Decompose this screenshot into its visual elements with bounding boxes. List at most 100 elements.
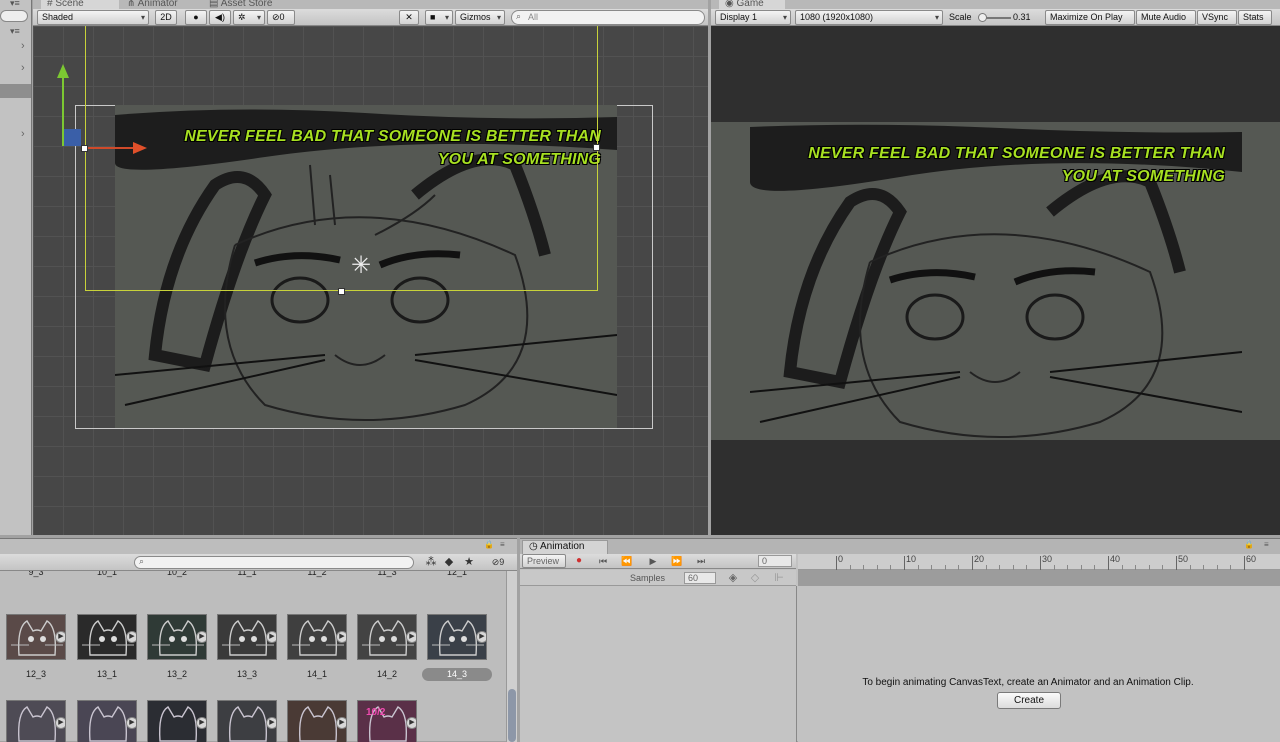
gizmos-dropdown[interactable]: Gizmos bbox=[455, 10, 505, 25]
stats-toggle[interactable]: Stats bbox=[1238, 10, 1272, 25]
filter-by-label-icon[interactable]: ◆ bbox=[442, 555, 456, 569]
hierarchy-search[interactable] bbox=[0, 10, 28, 22]
menu-icon[interactable]: ≡ bbox=[500, 540, 505, 549]
scale-slider-thumb[interactable] bbox=[978, 13, 988, 22]
pivot-icon[interactable]: ✳ bbox=[351, 254, 371, 278]
first-key-icon[interactable]: ⏮ bbox=[596, 554, 610, 568]
play-icon[interactable]: ▶ bbox=[406, 717, 416, 729]
hidden-objects-toggle[interactable]: ⊘0 bbox=[267, 10, 295, 25]
menu-icon[interactable]: ≡ bbox=[1264, 540, 1269, 549]
add-event-icon[interactable]: ◇ bbox=[748, 571, 762, 585]
ruler-tick bbox=[1108, 556, 1109, 570]
lock-icon[interactable]: 🔒 bbox=[484, 540, 494, 549]
asset-thumbnail[interactable]: ▶ bbox=[147, 614, 207, 660]
rect-handle[interactable] bbox=[81, 145, 88, 152]
preview-toggle[interactable]: Preview bbox=[522, 554, 566, 568]
effects-icon: ✲ bbox=[238, 12, 246, 22]
filter-by-type-icon[interactable]: ⁂ bbox=[424, 555, 438, 569]
game-motto-line-2: YOU AT SOMETHING bbox=[1061, 168, 1225, 185]
chevron-right-icon[interactable]: › bbox=[21, 40, 25, 52]
scene-search[interactable]: ⌕ All bbox=[511, 10, 705, 25]
asset-thumbnail[interactable]: ▶ bbox=[427, 614, 487, 660]
asset-thumbnail[interactable]: ▶ bbox=[287, 614, 347, 660]
y-axis-arrow-icon[interactable] bbox=[57, 64, 69, 78]
scene-viewport[interactable]: NEVER FEEL BAD THAT SOMEONE IS BETTER TH… bbox=[33, 26, 708, 535]
lighting-toggle[interactable]: ● bbox=[185, 10, 207, 25]
play-icon[interactable]: ▶ bbox=[55, 717, 65, 729]
asset-thumbnail[interactable]: ▶ bbox=[6, 614, 66, 660]
x-axis-arrow-icon[interactable] bbox=[133, 142, 147, 154]
project-toolbar: ⌕ ⁂ ◆ ★ ⊘9 bbox=[0, 554, 517, 571]
frame-field[interactable]: 0 bbox=[758, 555, 792, 567]
vsync-toggle[interactable]: VSync bbox=[1197, 10, 1237, 25]
shading-dropdown[interactable]: Shaded bbox=[37, 10, 149, 25]
prev-key-icon[interactable]: ⏪ bbox=[620, 554, 634, 568]
asset-label: 9_3 bbox=[28, 571, 44, 577]
hierarchy-item-selected[interactable] bbox=[0, 84, 31, 98]
event-marker-icon[interactable]: ⊩ bbox=[772, 571, 786, 585]
asset-thumbnail[interactable]: ▶ bbox=[77, 700, 137, 742]
hidden-packages-icon[interactable]: ⊘9 bbox=[484, 555, 512, 569]
chevron-right-icon[interactable]: › bbox=[21, 128, 25, 140]
play-icon[interactable]: ▶ bbox=[406, 631, 416, 643]
create-button[interactable]: Create bbox=[997, 692, 1061, 709]
next-key-icon[interactable]: ⏩ bbox=[670, 554, 684, 568]
play-icon[interactable]: ▶ bbox=[196, 717, 206, 729]
asset-label: 11_3 bbox=[377, 571, 397, 577]
record-icon[interactable]: ● bbox=[572, 554, 586, 568]
scale-slider[interactable] bbox=[978, 13, 1011, 22]
play-icon[interactable]: ▶ bbox=[55, 631, 65, 643]
menu-icon[interactable]: ▾≡ bbox=[10, 0, 20, 9]
favorite-star-icon[interactable]: ★ bbox=[462, 555, 476, 569]
display-dropdown[interactable]: Display 1 bbox=[715, 10, 791, 25]
mute-audio-toggle[interactable]: Mute Audio bbox=[1136, 10, 1196, 25]
x-axis-handle[interactable] bbox=[88, 147, 138, 149]
asset-thumbnail[interactable]: ▶ bbox=[147, 700, 207, 742]
resolution-dropdown[interactable]: 1080 (1920x1080) bbox=[795, 10, 943, 25]
tab-animator-label: Animator bbox=[137, 0, 178, 9]
scrollbar-thumb[interactable] bbox=[508, 689, 516, 742]
audio-toggle[interactable]: ◀) bbox=[209, 10, 231, 25]
animation-panel: ◷ Animation 🔒 ≡ Preview ● ⏮ ⏪ ▶ ⏩ ⏭ 0 Sa… bbox=[520, 538, 1280, 742]
camera-dropdown[interactable]: ■ bbox=[425, 10, 453, 25]
menu-icon[interactable]: ▾≡ bbox=[10, 26, 20, 37]
lock-icon[interactable]: 🔒 bbox=[1244, 540, 1254, 549]
asset-thumbnail[interactable]: ▶ 10/2 bbox=[357, 700, 417, 742]
asset-label: 10_1 bbox=[96, 571, 118, 577]
tab-animation-label: Animation bbox=[539, 541, 585, 552]
play-icon[interactable]: ▶ bbox=[126, 631, 136, 643]
asset-thumbnail[interactable]: ▶ bbox=[217, 700, 277, 742]
last-key-icon[interactable]: ⏭ bbox=[694, 554, 708, 568]
game-viewport[interactable]: NEVER FEEL BAD THAT SOMEONE IS BETTER TH… bbox=[711, 26, 1280, 535]
play-icon[interactable]: ▶ bbox=[266, 717, 276, 729]
mode-2d-toggle[interactable]: 2D bbox=[155, 10, 177, 25]
gamepad-icon: ◉ bbox=[725, 0, 734, 9]
tools-toggle[interactable]: ✕ bbox=[399, 10, 419, 25]
play-icon[interactable]: ▶ bbox=[336, 631, 346, 643]
xy-plane-handle[interactable] bbox=[64, 129, 81, 146]
rect-handle[interactable] bbox=[593, 144, 600, 151]
rect-handle[interactable] bbox=[338, 288, 345, 295]
samples-field[interactable]: 60 bbox=[684, 572, 716, 584]
asset-thumbnail[interactable]: ▶ bbox=[357, 614, 417, 660]
play-icon[interactable]: ▶ bbox=[336, 717, 346, 729]
play-icon[interactable]: ▶ bbox=[196, 631, 206, 643]
play-icon[interactable]: ▶ bbox=[266, 631, 276, 643]
effects-dropdown[interactable]: ✲ bbox=[233, 10, 265, 25]
asset-thumbnail[interactable]: ▶ bbox=[287, 700, 347, 742]
asset-thumbnail[interactable]: ▶ bbox=[77, 614, 137, 660]
add-keyframe-icon[interactable]: ◈ bbox=[726, 571, 740, 585]
chevron-right-icon[interactable]: › bbox=[21, 62, 25, 74]
empty-state-message: To begin animating CanvasText, create an… bbox=[862, 677, 1194, 688]
timeline-ruler[interactable]: 0 10 20 30 40 50 60 bbox=[798, 554, 1280, 570]
play-icon[interactable]: ▶ bbox=[646, 554, 660, 568]
ruler-tick-label: 50 bbox=[1178, 554, 1189, 564]
project-scrollbar[interactable] bbox=[506, 571, 517, 742]
project-search[interactable]: ⌕ bbox=[134, 556, 414, 569]
tab-animation[interactable]: ◷ Animation bbox=[522, 540, 608, 554]
asset-thumbnail[interactable]: ▶ bbox=[6, 700, 66, 742]
play-icon[interactable]: ▶ bbox=[476, 631, 486, 643]
asset-thumbnail[interactable]: ▶ bbox=[217, 614, 277, 660]
maximize-on-play-toggle[interactable]: Maximize On Play bbox=[1045, 10, 1135, 25]
play-icon[interactable]: ▶ bbox=[126, 717, 136, 729]
